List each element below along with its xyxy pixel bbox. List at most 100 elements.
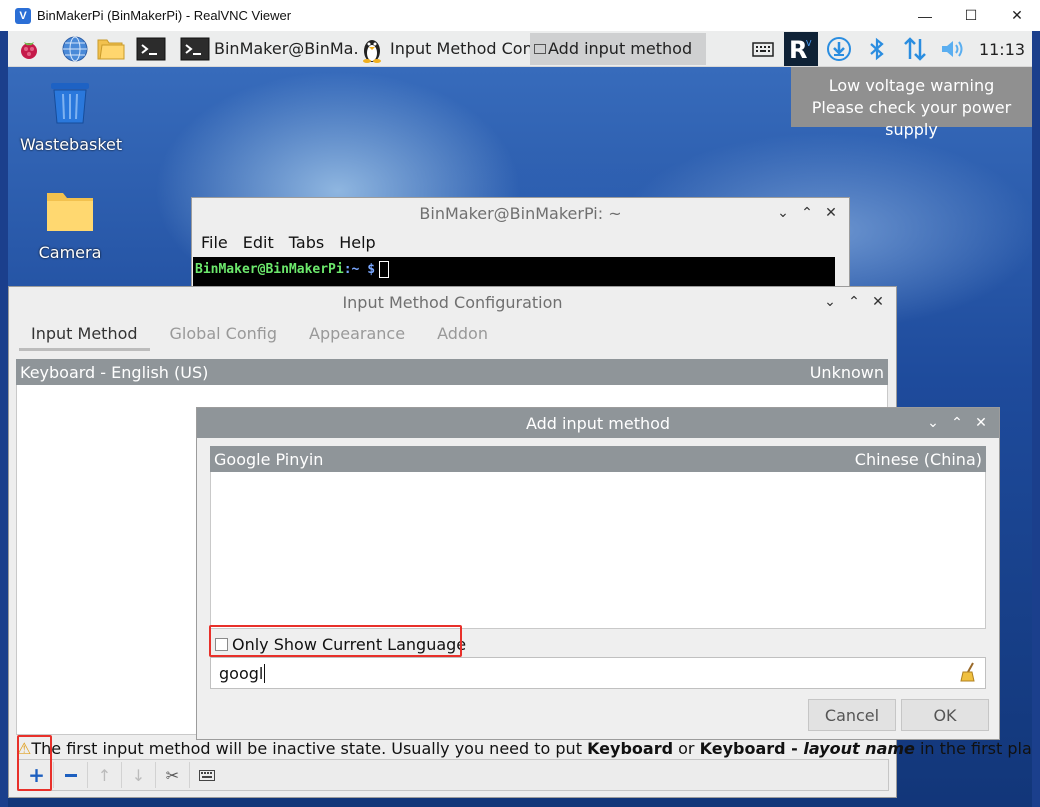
close-button[interactable]: ✕ xyxy=(969,415,993,431)
desktop-icon-label: Wastebasket xyxy=(20,135,123,154)
vnc-server-icon[interactable]: RV xyxy=(782,31,820,67)
hint-keyword: Keyboard xyxy=(587,739,674,758)
terminal-title: BinMaker@BinMakerPi: ~ xyxy=(419,203,622,223)
tools-icon: ✂ xyxy=(165,765,180,785)
add-button-highlight xyxy=(17,735,52,791)
arrow-down-icon: ↓ xyxy=(131,765,146,785)
text-caret xyxy=(264,663,266,683)
desktop-icon-wastebasket[interactable]: Wastebasket xyxy=(20,79,123,154)
hint-text: ⚠The first input method will be inactive… xyxy=(17,739,1032,758)
close-button[interactable]: ✕ xyxy=(819,205,843,221)
wastebasket-icon xyxy=(20,79,120,129)
task-input-method-config[interactable]: Input Method Con... xyxy=(386,33,530,65)
menu-help[interactable]: Help xyxy=(339,233,375,252)
dialog-title: Add input method xyxy=(525,413,671,433)
hint-part: The first input method will be inactive … xyxy=(31,739,588,758)
keyboard-layout-icon xyxy=(199,769,215,781)
menu-edit[interactable]: Edit xyxy=(243,233,274,252)
terminal-window: BinMaker@BinMakerPi: ~ ⌄ ⌃ ✕ File Edit T… xyxy=(191,197,850,287)
cancel-button[interactable]: Cancel xyxy=(808,699,896,731)
bluetooth-icon[interactable] xyxy=(858,31,896,67)
raspberry-menu-icon[interactable] xyxy=(14,34,44,64)
minimize-button[interactable]: ⌄ xyxy=(921,415,945,431)
vnc-minimize-button[interactable]: — xyxy=(902,0,948,31)
maximize-button[interactable]: ⌃ xyxy=(945,415,969,431)
task-terminal[interactable]: BinMaker@BinMa... xyxy=(210,33,358,65)
available-methods-list[interactable] xyxy=(210,472,986,629)
hint-part: or xyxy=(673,739,700,758)
fcitx-penguin-icon xyxy=(358,34,386,64)
menu-tabs[interactable]: Tabs xyxy=(289,233,324,252)
vnc-window-title: BinMakerPi (BinMakerPi) - RealVNC Viewer xyxy=(37,8,292,23)
maximize-button[interactable]: ⌃ xyxy=(842,294,866,310)
configure-button[interactable]: ✂ xyxy=(156,762,190,788)
available-method-name: Google Pinyin xyxy=(214,449,324,469)
taskbar: BinMaker@BinMa... Input Method Con... Ad… xyxy=(8,31,1032,67)
close-button[interactable]: ✕ xyxy=(866,294,890,310)
task-add-input-method[interactable]: Add input method xyxy=(530,32,706,65)
vnc-maximize-button[interactable]: ☐ xyxy=(948,0,994,31)
realvnc-app-icon: V xyxy=(15,7,31,24)
input-method-language: Unknown xyxy=(809,362,884,382)
network-transfer-icon[interactable] xyxy=(896,31,934,67)
terminal-output[interactable]: BinMaker@BinMakerPi:~ $ xyxy=(193,257,835,287)
remove-button[interactable] xyxy=(54,762,88,788)
terminal-task-icon[interactable] xyxy=(180,34,210,64)
input-method-row-selected[interactable]: Keyboard - English (US) Unknown xyxy=(16,359,888,385)
remote-desktop: BinMaker@BinMa... Input Method Con... Ad… xyxy=(8,31,1032,807)
keyboard-layout-button[interactable] xyxy=(190,762,224,788)
volume-icon[interactable] xyxy=(934,31,972,67)
imconfig-title: Input Method Configuration xyxy=(342,292,563,312)
hint-keyword: Keyboard - xyxy=(699,739,804,758)
keyboard-icon[interactable] xyxy=(744,31,782,67)
notification-title: Low voltage warning xyxy=(828,76,995,95)
tab-addon[interactable]: Addon xyxy=(425,317,500,351)
desktop-icon-camera[interactable]: Camera xyxy=(20,189,120,262)
low-voltage-notification[interactable]: Low voltage warning Please check your po… xyxy=(791,67,1032,139)
clear-broom-icon[interactable] xyxy=(959,662,977,686)
vnc-close-button[interactable]: ✕ xyxy=(994,0,1040,31)
available-method-row-selected[interactable]: Google Pinyin Chinese (China) xyxy=(210,446,986,472)
terminal-titlebar[interactable]: BinMaker@BinMakerPi: ~ ⌄ ⌃ ✕ xyxy=(192,198,849,228)
imconfig-tabs: Input Method Global Config Appearance Ad… xyxy=(19,317,500,351)
window-icon xyxy=(534,43,546,54)
terminal-cursor xyxy=(379,261,390,278)
notification-message: Please check your power supply xyxy=(811,98,1012,139)
dialog-titlebar[interactable]: Add input method ⌄ ⌃ ✕ xyxy=(197,408,999,438)
file-manager-icon[interactable] xyxy=(96,34,126,64)
arrow-up-icon: ↑ xyxy=(97,765,112,785)
tab-input-method[interactable]: Input Method xyxy=(19,317,150,351)
clock[interactable]: 11:13 xyxy=(972,40,1032,59)
search-input[interactable]: googl xyxy=(210,657,986,689)
desktop-icon-label: Camera xyxy=(38,243,102,262)
prompt-path: :~ $ xyxy=(343,262,376,277)
terminal-launcher-icon[interactable] xyxy=(136,34,166,64)
prompt-user: BinMaker@BinMakerPi xyxy=(195,262,344,277)
checkbox-highlight xyxy=(209,625,462,657)
task-add-input-method-label: Add input method xyxy=(548,39,693,58)
hint-part: in the first place. xyxy=(919,739,1032,758)
search-value: googl xyxy=(219,663,264,683)
move-down-button[interactable]: ↓ xyxy=(122,762,156,788)
folder-icon xyxy=(20,189,120,237)
available-method-language: Chinese (China) xyxy=(854,449,982,469)
imconfig-titlebar[interactable]: Input Method Configuration ⌄ ⌃ ✕ xyxy=(9,287,896,317)
web-browser-icon[interactable] xyxy=(60,34,90,64)
minus-icon xyxy=(64,773,77,777)
minimize-button[interactable]: ⌄ xyxy=(771,205,795,221)
vnc-titlebar: V BinMakerPi (BinMakerPi) - RealVNC View… xyxy=(0,0,1040,31)
input-method-name: Keyboard - English (US) xyxy=(20,362,209,382)
svg-text:R: R xyxy=(789,36,807,64)
menu-file[interactable]: File xyxy=(201,233,228,252)
minimize-button[interactable]: ⌄ xyxy=(818,294,842,310)
tab-global-config[interactable]: Global Config xyxy=(158,317,289,351)
ok-button[interactable]: OK xyxy=(901,699,989,731)
maximize-button[interactable]: ⌃ xyxy=(795,205,819,221)
download-update-icon[interactable] xyxy=(820,31,858,67)
input-method-toolbar: + ↑ ↓ ✂ xyxy=(17,759,889,791)
move-up-button[interactable]: ↑ xyxy=(88,762,122,788)
terminal-menubar: File Edit Tabs Help xyxy=(192,228,849,256)
tab-appearance[interactable]: Appearance xyxy=(297,317,417,351)
add-input-method-dialog: Add input method ⌄ ⌃ ✕ Google Pinyin Chi… xyxy=(196,407,1000,740)
hint-keyword-italic: layout name xyxy=(803,739,915,758)
